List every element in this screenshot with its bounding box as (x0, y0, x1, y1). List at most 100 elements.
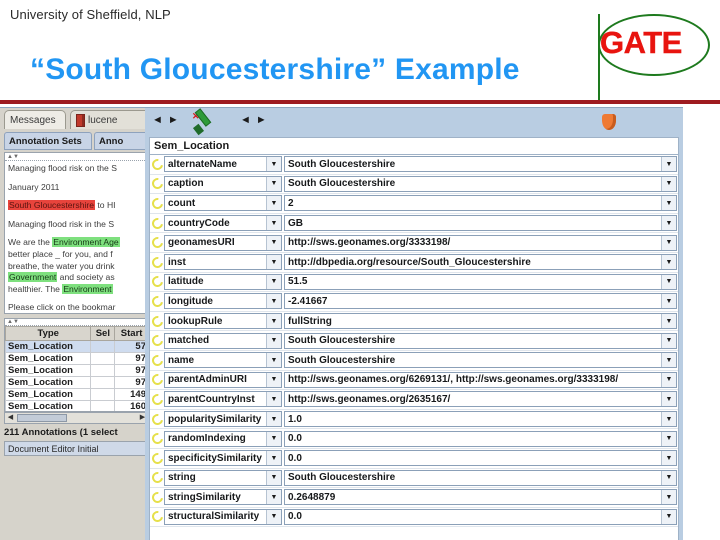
property-name-combobox[interactable]: lookupRule ▼ (164, 313, 282, 330)
property-name-combobox[interactable]: inst ▼ (164, 254, 282, 271)
chevron-down-icon[interactable]: ▼ (266, 353, 281, 368)
chevron-down-icon[interactable]: ▼ (266, 509, 281, 524)
property-name-combobox[interactable]: name ▼ (164, 352, 282, 369)
property-name-combobox[interactable]: string ▼ (164, 469, 282, 486)
property-value-combobox[interactable]: GB ▼ (284, 215, 677, 232)
chevron-down-icon[interactable]: ▼ (266, 392, 281, 407)
refresh-icon[interactable] (150, 313, 166, 329)
property-row[interactable]: string ▼ South Gloucestershire ▼ (150, 469, 678, 489)
property-value-combobox[interactable]: South Gloucestershire ▼ (284, 175, 677, 192)
chevron-down-icon[interactable]: ▼ (661, 333, 676, 348)
tab-lucene[interactable]: lucene (70, 110, 152, 129)
property-value-combobox[interactable]: http://sws.geonames.org/2635167/ ▼ (284, 391, 677, 408)
property-row[interactable]: caption ▼ South Gloucestershire ▼ (150, 175, 678, 195)
property-value-combobox[interactable]: 0.2648879 ▼ (284, 489, 677, 506)
property-row[interactable]: specificitySimilarity ▼ 0.0 ▼ (150, 449, 678, 469)
property-value-combobox[interactable]: http://sws.geonames.org/6269131/, http:/… (284, 371, 677, 388)
chevron-down-icon[interactable]: ▼ (266, 176, 281, 191)
property-row[interactable]: popularitySimilarity ▼ 1.0 ▼ (150, 410, 678, 430)
column-header-type[interactable]: Type (5, 326, 92, 341)
chevron-down-icon[interactable]: ▼ (661, 372, 676, 387)
property-row[interactable]: inst ▼ http://dbpedia.org/resource/South… (150, 253, 678, 273)
refresh-icon[interactable] (150, 352, 166, 368)
property-name-combobox[interactable]: latitude ▼ (164, 273, 282, 290)
chevron-down-icon[interactable]: ▼ (661, 451, 676, 466)
refresh-icon[interactable] (150, 156, 166, 172)
refresh-icon[interactable] (150, 509, 166, 525)
property-value-combobox[interactable]: http://sws.geonames.org/3333198/ ▼ (284, 234, 677, 251)
refresh-icon[interactable] (150, 372, 166, 388)
refresh-icon[interactable] (150, 176, 166, 192)
table-row[interactable]: Sem_Location 149 (5, 388, 149, 401)
table-row[interactable]: Sem_Location 97 (5, 376, 149, 389)
refresh-icon[interactable] (150, 235, 166, 251)
chevron-down-icon[interactable]: ▼ (661, 274, 676, 289)
chevron-down-icon[interactable]: ▼ (266, 333, 281, 348)
chevron-down-icon[interactable]: ▼ (661, 235, 676, 250)
refresh-icon[interactable] (150, 293, 166, 310)
refresh-icon[interactable] (150, 332, 166, 349)
property-row[interactable]: lookupRule ▼ fullString ▼ (150, 312, 678, 332)
property-value-combobox[interactable]: http://dbpedia.org/resource/South_Glouce… (284, 254, 677, 271)
chevron-down-icon[interactable]: ▼ (266, 157, 281, 172)
property-row[interactable]: countryCode ▼ GB ▼ (150, 214, 678, 234)
subtab-annotations[interactable]: Anno (94, 132, 152, 150)
property-row[interactable]: randomIndexing ▼ 0.0 ▼ (150, 429, 678, 449)
property-name-combobox[interactable]: parentCountryInst ▼ (164, 391, 282, 408)
refresh-icon[interactable] (150, 391, 166, 408)
property-row[interactable]: count ▼ 2 ▼ (150, 194, 678, 214)
property-value-combobox[interactable]: South Gloucestershire ▼ (284, 332, 677, 349)
chevron-down-icon[interactable]: ▼ (266, 314, 281, 329)
pencil-icon[interactable]: ✕ (191, 108, 215, 136)
chevron-down-icon[interactable]: ▼ (266, 235, 281, 250)
column-header-start[interactable]: Start (114, 326, 149, 341)
property-name-combobox[interactable]: parentAdminURI ▼ (164, 371, 282, 388)
property-rows-list[interactable]: alternateName ▼ South Gloucestershire ▼ … (149, 154, 679, 540)
chevron-down-icon[interactable]: ▼ (266, 372, 281, 387)
property-name-combobox[interactable]: geonamesURI ▼ (164, 234, 282, 251)
property-value-combobox[interactable]: 1.0 ▼ (284, 411, 677, 428)
chevron-down-icon[interactable]: ▼ (661, 470, 676, 485)
scroll-left-arrow-icon[interactable]: ◀ (5, 413, 16, 423)
chevron-down-icon[interactable]: ▼ (266, 412, 281, 427)
property-row[interactable]: longitude ▼ -2.41667 ▼ (150, 292, 678, 312)
property-row[interactable]: geonamesURI ▼ http://sws.geonames.org/33… (150, 233, 678, 253)
property-value-combobox[interactable]: South Gloucestershire ▼ (284, 352, 677, 369)
next-arrow-icon[interactable]: ► (256, 115, 267, 126)
property-row[interactable]: structuralSimilarity ▼ 0.0 ▼ (150, 508, 678, 528)
property-row[interactable]: latitude ▼ 51.5 ▼ (150, 273, 678, 293)
refresh-icon[interactable] (150, 274, 166, 290)
table-row[interactable]: Sem_Location 160 (5, 400, 149, 411)
chevron-down-icon[interactable]: ▼ (266, 470, 281, 485)
refresh-icon[interactable] (150, 489, 166, 506)
chevron-down-icon[interactable]: ▼ (661, 412, 676, 427)
property-name-combobox[interactable]: longitude ▼ (164, 293, 282, 310)
chevron-down-icon[interactable]: ▼ (266, 274, 281, 289)
property-row[interactable]: parentCountryInst ▼ http://sws.geonames.… (150, 390, 678, 410)
prev-arrow-icon[interactable]: ◄ (152, 115, 163, 126)
property-name-combobox[interactable]: popularitySimilarity ▼ (164, 411, 282, 428)
property-name-combobox[interactable]: stringSimilarity ▼ (164, 489, 282, 506)
chevron-down-icon[interactable]: ▼ (266, 294, 281, 309)
chevron-down-icon[interactable]: ▼ (661, 431, 676, 446)
property-value-combobox[interactable]: South Gloucestershire ▼ (284, 469, 677, 486)
property-name-combobox[interactable]: countryCode ▼ (164, 215, 282, 232)
property-value-combobox[interactable]: 0.0 ▼ (284, 508, 677, 525)
prev-arrow-icon[interactable]: ◄ (240, 115, 251, 126)
refresh-icon[interactable] (150, 430, 166, 447)
next-arrow-icon[interactable]: ► (168, 115, 179, 126)
property-value-combobox[interactable]: -2.41667 ▼ (284, 293, 677, 310)
chevron-down-icon[interactable]: ▼ (661, 509, 676, 524)
chevron-down-icon[interactable]: ▼ (661, 196, 676, 211)
property-name-combobox[interactable]: randomIndexing ▼ (164, 430, 282, 447)
property-name-combobox[interactable]: structuralSimilarity ▼ (164, 508, 282, 525)
document-editor-bottom-bar[interactable]: Document Editor Initial (4, 441, 150, 456)
table-row[interactable]: Sem_Location 97 (5, 364, 149, 377)
annotations-table[interactable]: ▲▼ Type Sel Start Sem_Location 57 Sem_Lo… (4, 318, 150, 412)
table-row[interactable]: Sem_Location 57 (5, 340, 149, 353)
chevron-down-icon[interactable]: ▼ (661, 157, 676, 172)
chevron-down-icon[interactable]: ▼ (266, 196, 281, 211)
property-row[interactable]: name ▼ South Gloucestershire ▼ (150, 351, 678, 371)
refresh-icon[interactable] (150, 254, 166, 270)
subtab-annotation-sets[interactable]: Annotation Sets (4, 132, 92, 150)
